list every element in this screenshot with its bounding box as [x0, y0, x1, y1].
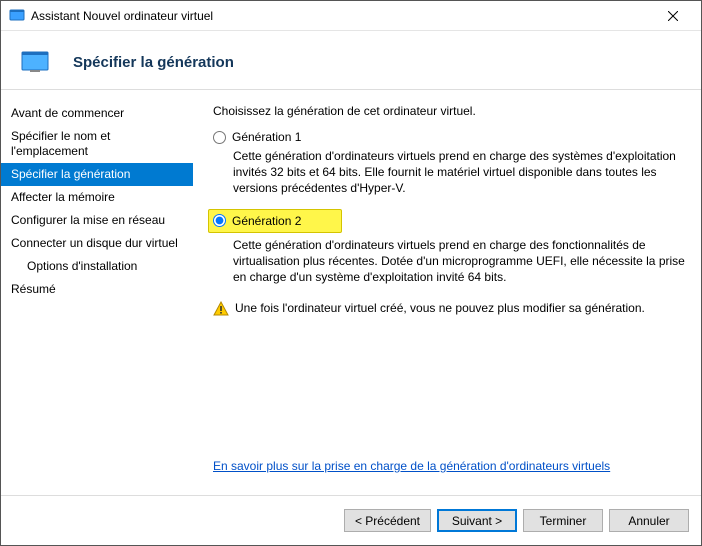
window-title: Assistant Nouvel ordinateur virtuel — [31, 9, 653, 23]
nav-step-name-location[interactable]: Spécifier le nom et l'emplacement — [1, 125, 193, 163]
generation-1-label: Génération 1 — [232, 130, 301, 144]
titlebar: Assistant Nouvel ordinateur virtuel — [1, 1, 701, 31]
warning-icon — [213, 301, 229, 317]
generation-1-description: Cette génération d'ordinateurs virtuels … — [233, 148, 685, 197]
wizard-header: Spécifier la génération — [1, 31, 701, 90]
nav-step-disk[interactable]: Connecter un disque dur virtuel — [1, 232, 193, 255]
learn-more-link[interactable]: En savoir plus sur la prise en charge de… — [213, 459, 685, 473]
nav-step-install-options[interactable]: Options d'installation — [1, 255, 193, 278]
nav-step-memory[interactable]: Affecter la mémoire — [1, 186, 193, 209]
nav-step-network[interactable]: Configurer la mise en réseau — [1, 209, 193, 232]
finish-button[interactable]: Terminer — [523, 509, 603, 532]
vm-icon — [21, 51, 49, 73]
nav-step-generation[interactable]: Spécifier la génération — [1, 163, 193, 186]
generation-2-description: Cette génération d'ordinateurs virtuels … — [233, 237, 685, 286]
generation-2-option[interactable]: Génération 2 — [208, 209, 342, 233]
generation-1-option[interactable]: Génération 1 — [213, 130, 685, 144]
warning-text: Une fois l'ordinateur virtuel créé, vous… — [235, 301, 645, 315]
wizard-window: Assistant Nouvel ordinateur virtuel Spéc… — [0, 0, 702, 546]
next-button[interactable]: Suivant > — [437, 509, 517, 532]
warning-row: Une fois l'ordinateur virtuel créé, vous… — [213, 301, 685, 317]
page-title: Spécifier la génération — [73, 54, 234, 71]
nav-step-summary[interactable]: Résumé — [1, 278, 193, 301]
generation-1-radio[interactable] — [213, 131, 226, 144]
app-icon — [9, 8, 25, 24]
intro-text: Choisissez la génération de cet ordinate… — [213, 104, 685, 118]
wizard-body: Avant de commencer Spécifier le nom et l… — [1, 90, 701, 495]
wizard-content: Choisissez la génération de cet ordinate… — [193, 90, 701, 495]
wizard-footer: < Précédent Suivant > Terminer Annuler — [1, 495, 701, 545]
wizard-nav: Avant de commencer Spécifier le nom et l… — [1, 90, 193, 495]
generation-2-radio[interactable] — [213, 214, 226, 227]
generation-2-label: Génération 2 — [232, 214, 301, 228]
content-spacer — [213, 317, 685, 459]
nav-step-before-begin[interactable]: Avant de commencer — [1, 102, 193, 125]
previous-button[interactable]: < Précédent — [344, 509, 431, 532]
close-button[interactable] — [653, 2, 693, 30]
cancel-button[interactable]: Annuler — [609, 509, 689, 532]
